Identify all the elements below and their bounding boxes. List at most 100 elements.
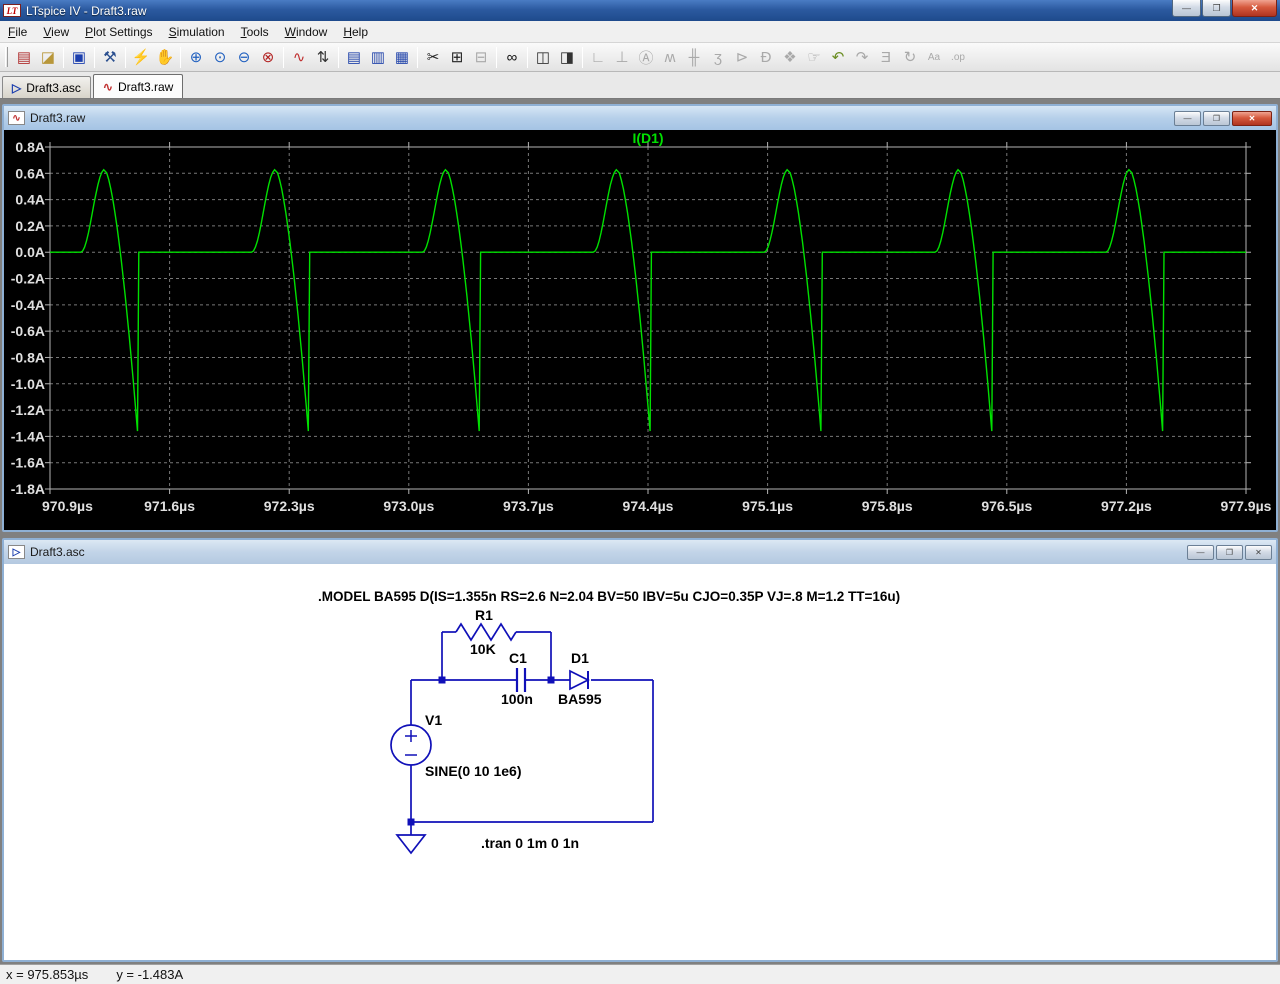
schematic-canvas[interactable]: .MODEL BA595 D(IS=1.355n RS=2.6 N=2.04 B… bbox=[4, 564, 1276, 960]
component-value-R1: 10K bbox=[470, 641, 496, 657]
model-directive-text: .MODEL BA595 D(IS=1.355n RS=2.6 N=2.04 B… bbox=[318, 589, 900, 604]
toolbar: ▤ ◪ ▣ ⚒ ⚡ ✋ ⊕ ⊙ ⊖ ⊗ ∿ ⇅ ▤ ▥ ▦ ✂ ⊞ ⊟ ∞ ◫ ◨ ∟ ⊥ Ⓐʍ ╫ ʒ ⊳ Ð ❖ ☞ ↶ ↷ Ǝ ↻ Aa .op bbox=[0, 43, 1280, 72]
waveform-file-icon: ∿ bbox=[8, 111, 25, 125]
toolbar-separator bbox=[94, 46, 95, 68]
restore-button[interactable]: ❐ bbox=[1202, 0, 1231, 17]
halt-icon: ✋ bbox=[155, 49, 175, 66]
print-icon[interactable]: ◨ bbox=[555, 46, 579, 69]
save-icon[interactable]: ▣ bbox=[67, 46, 91, 69]
status-bar: x = 975.853µs y = -1.483A bbox=[0, 964, 1280, 984]
inductor-icon: ʒ bbox=[713, 48, 723, 66]
component-ref-D1: D1 bbox=[571, 650, 589, 666]
diode-D1[interactable] bbox=[569, 669, 590, 691]
x-axis-tick-label: 973.7µs bbox=[503, 498, 554, 514]
minimize-button[interactable]: — bbox=[1172, 0, 1201, 17]
resistor-R1[interactable] bbox=[455, 622, 517, 642]
x-axis-tick-label: 974.4µs bbox=[623, 498, 674, 514]
redo-icon: ↷ bbox=[855, 49, 869, 66]
tab-draft3-asc[interactable]: ▷ Draft3.asc bbox=[2, 76, 91, 98]
y-axis-tick-label: -1.2A bbox=[11, 402, 45, 418]
ground-symbol[interactable] bbox=[395, 834, 427, 855]
y-axis-tick-label: -1.6A bbox=[11, 455, 45, 471]
mdi-area: ∿ Draft3.raw — ❐ ✕ 0.8A 0.6A 0.4A 0.2A 0.0A -… bbox=[0, 99, 1280, 964]
y-axis-tick-label: 0.2A bbox=[15, 218, 45, 234]
schematic-restore-button[interactable]: ❐ bbox=[1216, 544, 1243, 560]
component-value-C1: 100n bbox=[501, 691, 533, 707]
toolbar-separator bbox=[527, 46, 528, 68]
close-button[interactable]: ✕ bbox=[1232, 0, 1277, 17]
control-panel-icon[interactable]: ⚒ bbox=[98, 46, 122, 69]
plot-settings-icon[interactable]: ∿ bbox=[287, 46, 311, 69]
x-axis-tick-label: 972.3µs bbox=[264, 498, 315, 514]
waveform-plot[interactable]: 0.8A 0.6A 0.4A 0.2A 0.0A -0.2A -0.4A -0.6A -0.8A… bbox=[4, 130, 1276, 530]
net-label-icon: Ⓐ bbox=[638, 49, 654, 67]
mirror-icon: Ǝ bbox=[880, 48, 891, 66]
menu-file[interactable]: File bbox=[0, 22, 35, 42]
component-value-D1: BA595 bbox=[558, 691, 602, 707]
autorange-y-axis-icon[interactable]: ⇅ bbox=[311, 46, 335, 69]
zoom-out-icon[interactable]: ⊖ bbox=[232, 46, 256, 69]
open-icon[interactable]: ◪ bbox=[36, 46, 60, 69]
drag-icon: ☞ bbox=[807, 49, 821, 66]
undo-icon[interactable]: ↶ bbox=[826, 46, 850, 69]
x-axis-tick-label: 975.8µs bbox=[862, 498, 913, 514]
zoom-back-icon[interactable]: ⊙ bbox=[208, 46, 232, 69]
diode-icon: ⊳ bbox=[735, 49, 749, 66]
copy-icon[interactable]: ⊞ bbox=[445, 46, 469, 69]
toolbar-separator bbox=[338, 46, 339, 68]
component-value-V1: SINE(0 10 1e6) bbox=[425, 763, 522, 779]
toolbar-separator bbox=[582, 46, 583, 68]
text-icon: Aa bbox=[927, 51, 941, 63]
y-axis-tick-label: -0.2A bbox=[11, 271, 45, 287]
y-axis-tick-label: 0.8A bbox=[15, 139, 45, 155]
waveform-close-button[interactable]: ✕ bbox=[1232, 110, 1272, 126]
zoom-full-extents-icon[interactable]: ⊗ bbox=[256, 46, 280, 69]
cursor-x-readout: x = 975.853µs bbox=[6, 967, 89, 982]
y-axis-tick-label: -1.4A bbox=[11, 428, 45, 444]
menu-view[interactable]: View bbox=[35, 22, 77, 42]
menu-window[interactable]: Window bbox=[277, 22, 336, 42]
main-titlebar[interactable]: LT LTspice IV - Draft3.raw — ❐ ✕ bbox=[0, 0, 1280, 21]
cascade-windows-icon[interactable]: ▥ bbox=[366, 46, 390, 69]
move-icon: ❖ bbox=[783, 49, 797, 66]
x-axis-tick-label: 973.0µs bbox=[383, 498, 434, 514]
tab-draft3-raw[interactable]: ∿ Draft3.raw bbox=[92, 74, 184, 98]
new-schematic-icon[interactable]: ▤ bbox=[12, 46, 36, 69]
trace-label[interactable]: I(D1) bbox=[632, 130, 663, 146]
arrange-windows-icon[interactable]: ▦ bbox=[390, 46, 414, 69]
waveform-restore-button[interactable]: ❐ bbox=[1203, 110, 1230, 126]
zoom-in-icon[interactable]: ⊕ bbox=[184, 46, 208, 69]
waveform-window: ∿ Draft3.raw — ❐ ✕ 0.8A 0.6A 0.4A 0.2A 0.0A -… bbox=[2, 104, 1278, 532]
tile-windows-icon[interactable]: ▤ bbox=[342, 46, 366, 69]
schematic-window-titlebar[interactable]: ▷ Draft3.asc — ❐ ✕ bbox=[4, 540, 1276, 564]
waveform-minimize-button[interactable]: — bbox=[1174, 110, 1201, 126]
menu-help[interactable]: Help bbox=[335, 22, 376, 42]
wire-junction[interactable] bbox=[547, 676, 555, 684]
component-ref-V1: V1 bbox=[425, 712, 442, 728]
cut-icon[interactable]: ✂ bbox=[421, 46, 445, 69]
toolbar-separator bbox=[496, 46, 497, 68]
schematic-minimize-button[interactable]: — bbox=[1187, 544, 1214, 560]
waveform-window-titlebar[interactable]: ∿ Draft3.raw — ❐ ✕ bbox=[4, 106, 1276, 130]
print-preview-icon[interactable]: ◫ bbox=[531, 46, 555, 69]
run-icon[interactable]: ⚡ bbox=[129, 46, 153, 69]
y-axis-tick-label: -0.4A bbox=[11, 297, 45, 313]
y-axis-tick-label: -1.8A bbox=[11, 481, 45, 497]
wire-junction[interactable] bbox=[407, 818, 415, 826]
find-icon[interactable]: ∞ bbox=[500, 46, 524, 69]
y-axis-tick-label: -0.8A bbox=[11, 349, 45, 365]
schematic-close-button[interactable]: ✕ bbox=[1245, 544, 1272, 560]
schematic-file-icon: ▷ bbox=[12, 80, 22, 95]
menu-tools[interactable]: Tools bbox=[233, 22, 277, 42]
toolbar-separator bbox=[125, 46, 126, 68]
menu-plot-settings[interactable]: Plot Settings bbox=[77, 22, 160, 42]
rotate-icon: ↻ bbox=[903, 49, 917, 66]
y-axis-tick-label: 0.4A bbox=[15, 192, 45, 208]
toolbar-grip bbox=[5, 47, 8, 67]
schematic-window-title: Draft3.asc bbox=[30, 545, 85, 559]
capacitor-icon: ╫ bbox=[688, 48, 700, 66]
cursor-y-readout: y = -1.483A bbox=[116, 967, 184, 982]
wire-junction[interactable] bbox=[438, 676, 446, 684]
menu-simulation[interactable]: Simulation bbox=[161, 22, 233, 42]
component-icon: Ð bbox=[760, 48, 772, 66]
